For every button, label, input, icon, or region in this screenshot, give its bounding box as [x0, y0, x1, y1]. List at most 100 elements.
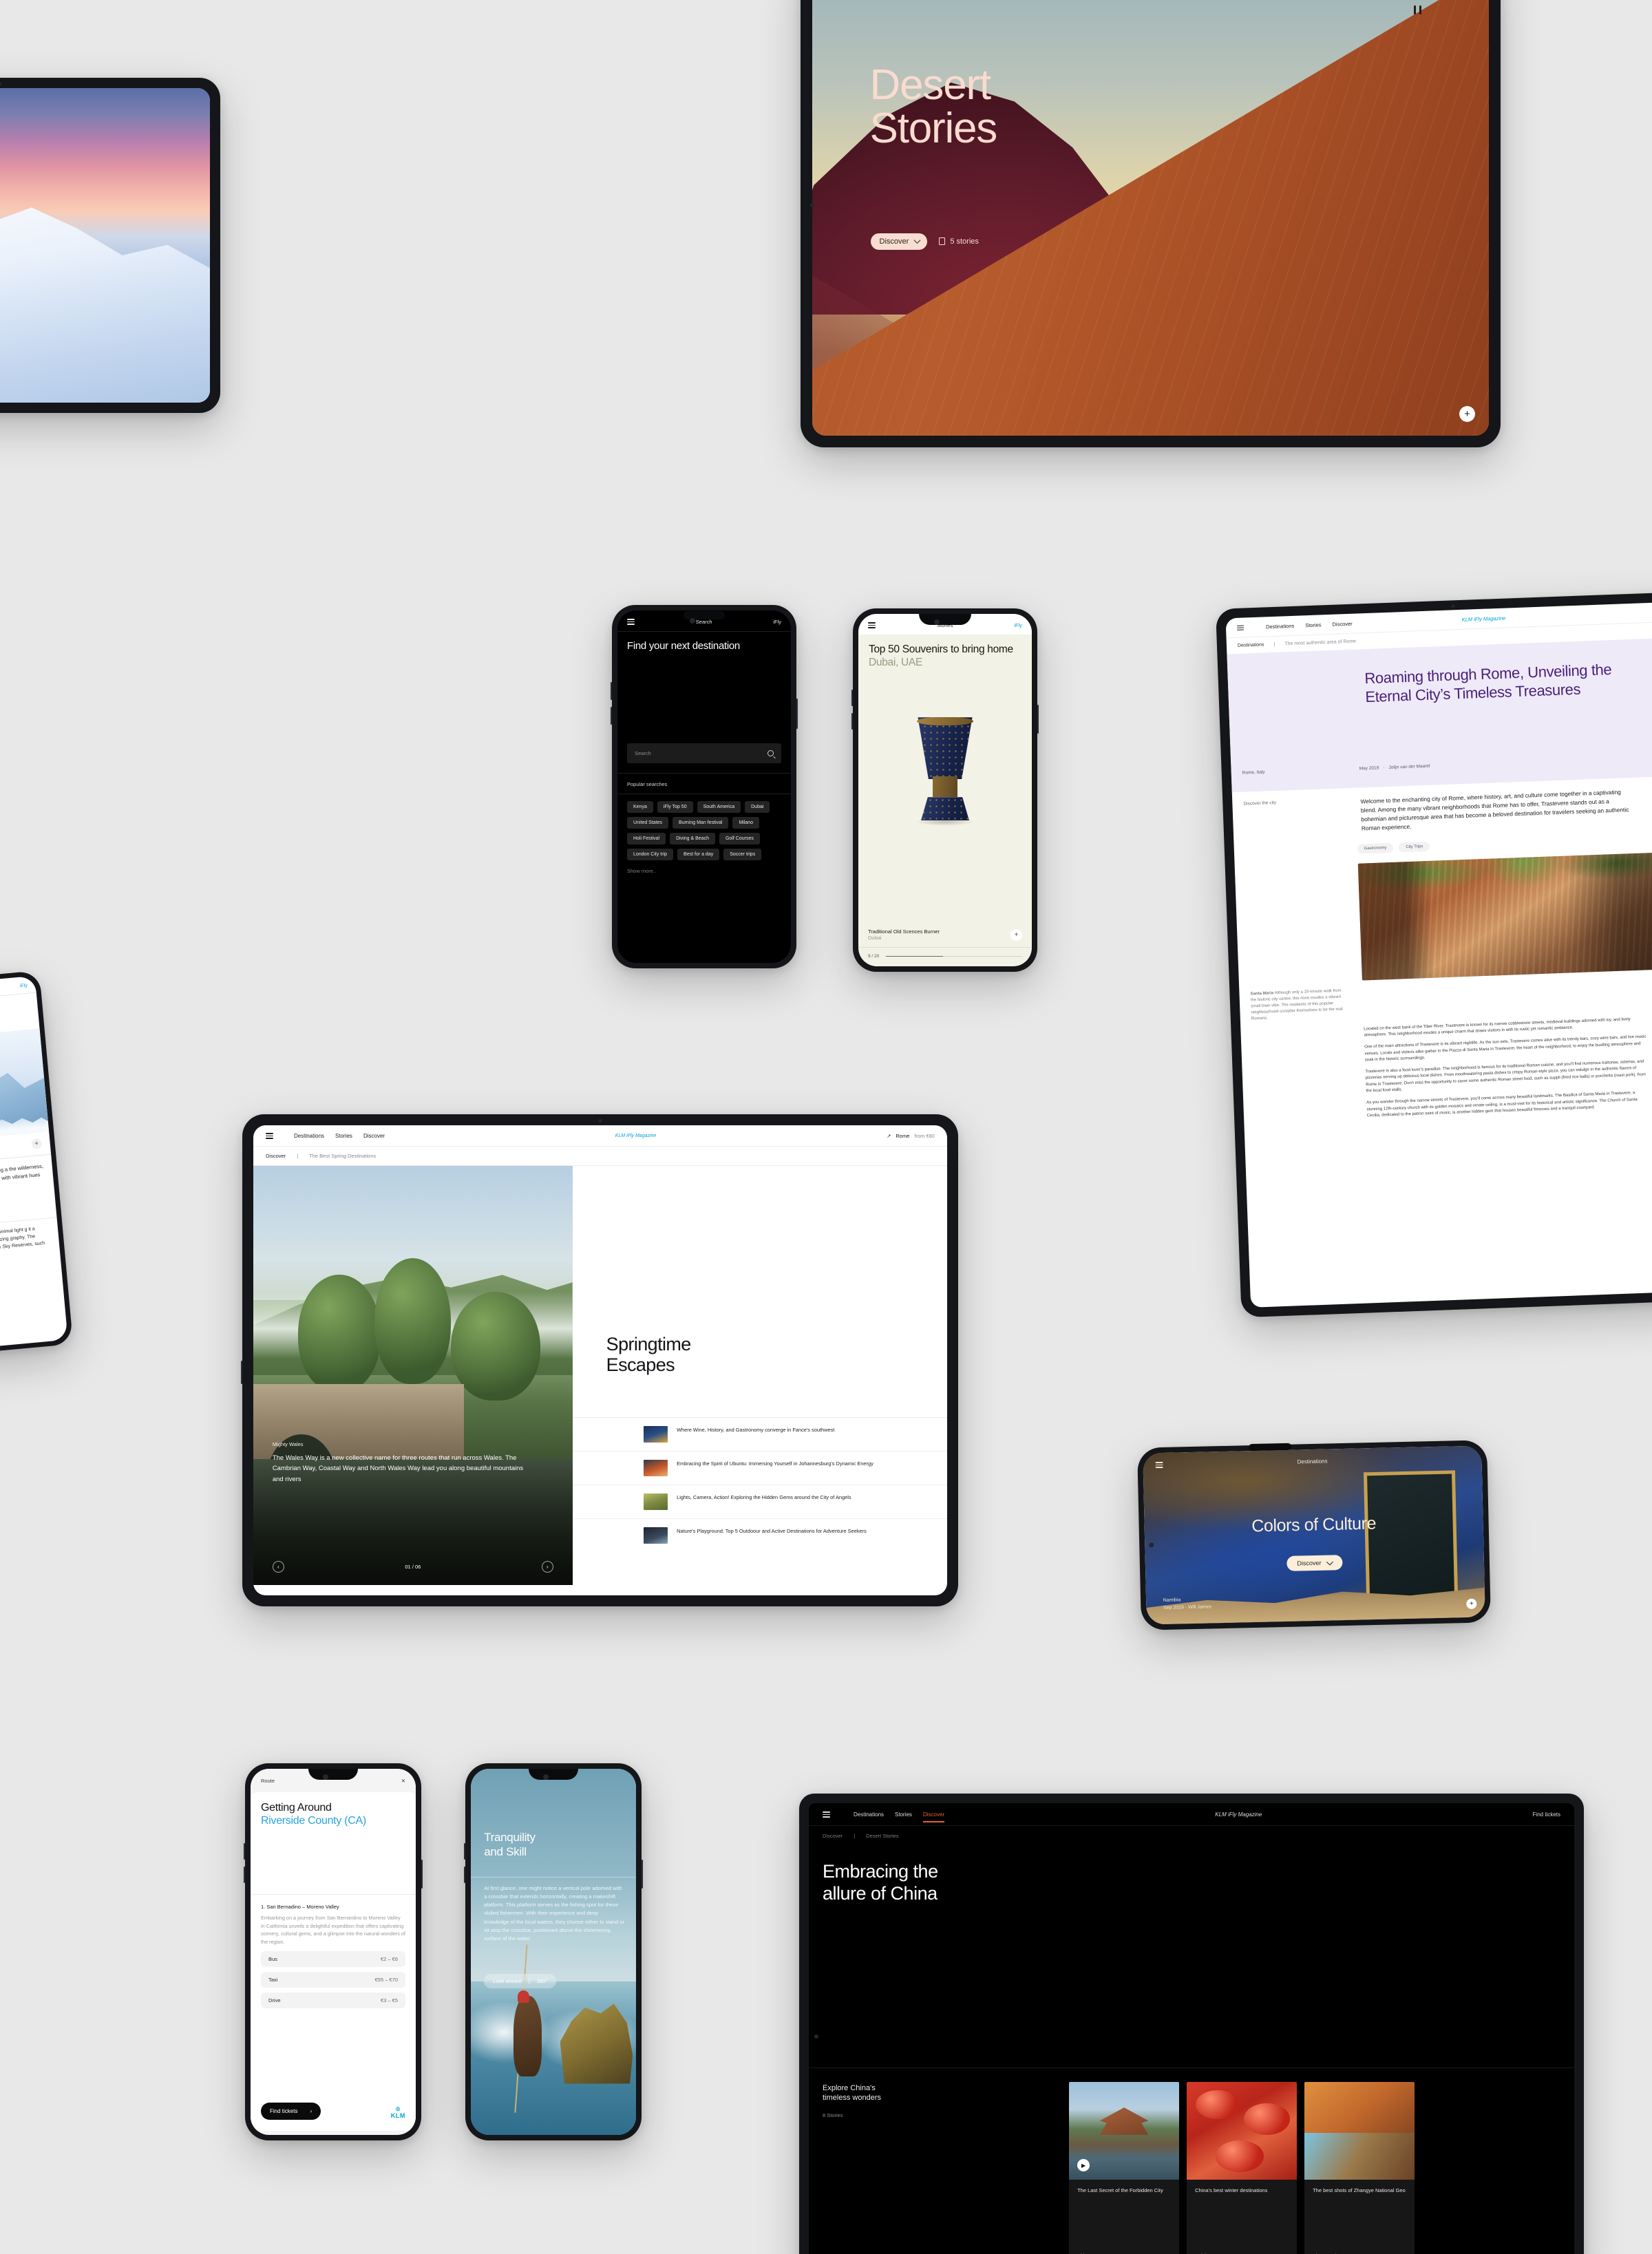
nav-discover[interactable]: Discover [1332, 621, 1352, 628]
volume-down-button[interactable] [851, 713, 853, 730]
breadcrumb-root[interactable]: Destinations [1238, 642, 1264, 648]
power-button[interactable] [642, 1860, 643, 1889]
nav-stories[interactable]: Stories [1305, 621, 1322, 628]
slide-counter: 01 / 06 [405, 1563, 421, 1570]
brand-label[interactable]: iFly [1014, 622, 1022, 628]
breadcrumb-separator: | [854, 1833, 856, 1839]
volume-up-button[interactable] [244, 1843, 245, 1860]
nav-stories[interactable]: Stories [895, 1811, 912, 1818]
menu-icon[interactable] [627, 619, 635, 625]
ticket-city: Rome [896, 1133, 910, 1139]
search-tag[interactable]: Kenya [627, 801, 653, 813]
close-icon[interactable]: ✕ [401, 1778, 405, 1784]
search-tag[interactable]: Holi Festival [627, 833, 666, 844]
search-tag[interactable]: Burning Man festival [673, 817, 729, 829]
volume-button[interactable] [241, 1360, 242, 1384]
brand-label[interactable]: iFly [773, 619, 781, 625]
stories-count: 5 stories [939, 237, 979, 246]
power-button[interactable] [796, 699, 798, 729]
main-nav: Destinations Stories Discover [1266, 621, 1353, 630]
transport-row[interactable]: Taxi €55 – €70 [261, 1971, 405, 1988]
search-tag[interactable]: Best for a day [677, 849, 720, 860]
article-body: Located on the west bank of the Tiber Ri… [1364, 1016, 1649, 1120]
nav-destinations[interactable]: Destinations [294, 1133, 324, 1139]
next-slide-button[interactable]: › [541, 1560, 553, 1573]
play-icon[interactable]: ▶ [1077, 2159, 1090, 2172]
tag-city-trips[interactable]: City Trips [1399, 841, 1430, 853]
nav-discover[interactable]: Discover [922, 1811, 945, 1822]
story-card[interactable]: The best shots of Zhangye National Geo P… [1304, 2082, 1415, 2254]
main-nav: Destinations Stories Discover [294, 1133, 385, 1139]
search-tag[interactable]: iFly Top 50 [657, 801, 693, 813]
story-card[interactable]: ▶ The Last Secret of the Forbidden City … [1069, 2082, 1180, 2254]
list-item[interactable]: Embracing the Spirit of Ubuntu: Immersin… [572, 1451, 947, 1485]
nav-destinations[interactable]: Destinations [854, 1811, 884, 1818]
show-more-link[interactable]: Show more.. [617, 860, 791, 882]
brand-logo[interactable]: KLM iFly Magazine [615, 1134, 657, 1138]
add-button[interactable]: + [1459, 406, 1475, 422]
ticket-teaser[interactable]: ↗ Rome from €80 [887, 1133, 935, 1139]
nav-discover[interactable]: Discover [363, 1133, 385, 1139]
breadcrumb-root[interactable]: Discover [266, 1153, 286, 1159]
volume-up-button[interactable] [851, 690, 853, 706]
discover-button[interactable]: Discover [1286, 1555, 1343, 1572]
search-tag[interactable]: London City trip [627, 849, 674, 860]
hero-slider[interactable]: Mighty Wales The Wales Way is a new coll… [253, 1166, 573, 1585]
search-tag[interactable]: Golf Courses [719, 833, 760, 844]
prev-slide-button[interactable]: ‹ [272, 1560, 284, 1573]
card-image [1304, 2082, 1415, 2180]
search-tag[interactable]: Milano [732, 817, 760, 829]
volume-up-button[interactable] [464, 1843, 465, 1860]
story-card[interactable]: China's best winter destinations Article… [1187, 2082, 1298, 2254]
tag-gastronomy[interactable]: Gastronomy [1357, 842, 1394, 854]
section-count: 8 Stories [823, 2112, 843, 2118]
appbar: Destinations Stories Discover KLM iFly M… [253, 1125, 947, 1146]
search-input[interactable]: Search [627, 743, 781, 763]
volume-down-button[interactable] [464, 1867, 465, 1883]
menu-icon[interactable] [1236, 625, 1245, 631]
find-tickets-button[interactable]: Find tickets › [261, 2103, 321, 2120]
list-item[interactable]: Where Wine, History, and Gastronomy conv… [572, 1417, 947, 1451]
search-tag[interactable]: United States [627, 817, 669, 829]
search-tag[interactable]: South America [697, 801, 741, 813]
nav-destinations[interactable]: Destinations [1266, 623, 1295, 630]
nav-stories[interactable]: Stories [335, 1133, 352, 1139]
heading-line2: Escapes [606, 1354, 675, 1376]
brand-logo[interactable]: KLM iFly Magazine [1461, 615, 1505, 623]
list-item-thumbnail [644, 1426, 668, 1443]
search-icon[interactable] [767, 750, 774, 756]
breadcrumb-root[interactable]: Discover [823, 1833, 843, 1839]
transport-row[interactable]: Drive €3 – €5 [261, 1992, 405, 2008]
volume-down-button[interactable] [611, 707, 612, 725]
look-around-label: Look around [493, 1977, 522, 1984]
discover-button[interactable]: Discover [870, 233, 928, 250]
app-title: Search [695, 619, 712, 625]
progress-bar[interactable] [886, 955, 1022, 957]
add-button[interactable]: + [1010, 928, 1022, 941]
search-tag[interactable]: Diving & Beach [670, 833, 715, 844]
list-item[interactable]: Lights, Camera, Action! Exploring the Hi… [572, 1485, 947, 1518]
notch [919, 614, 971, 625]
search-tag[interactable]: Dubai [745, 801, 770, 813]
brand-logo[interactable]: KLM iFly Magazine [1215, 1811, 1262, 1818]
power-button[interactable] [1037, 705, 1039, 734]
degrees-label: 360° [536, 1977, 548, 1984]
menu-icon[interactable] [266, 1133, 273, 1139]
menu-icon[interactable] [1155, 1462, 1163, 1468]
menu-icon[interactable] [868, 622, 876, 628]
transport-row[interactable]: Bus €2 – €6 [261, 1950, 405, 1967]
list-item[interactable]: Nature's Playground: Top 5 Outdoour and … [572, 1518, 947, 1552]
volume-up-button[interactable] [611, 682, 612, 700]
article-tags: Gastronomy City Trips [1357, 832, 1652, 854]
search-tag[interactable]: Soccer trips [723, 849, 762, 860]
power-button[interactable] [421, 1860, 423, 1889]
find-tickets-link[interactable]: Find tickets [1533, 1811, 1560, 1818]
menu-icon[interactable] [823, 1811, 830, 1818]
stories-section: Explore China's timeless wonders 8 Stori… [809, 2067, 1574, 2254]
look-around-button[interactable]: Look around | 360° [484, 1973, 557, 1988]
volume-down-button[interactable] [244, 1867, 245, 1883]
add-button[interactable]: + [31, 1138, 43, 1150]
article-paragraph: As you wander through the narrow streets… [1366, 1091, 1638, 1118]
brand-label[interactable]: iFly [20, 984, 28, 989]
burner-stem [933, 776, 957, 798]
